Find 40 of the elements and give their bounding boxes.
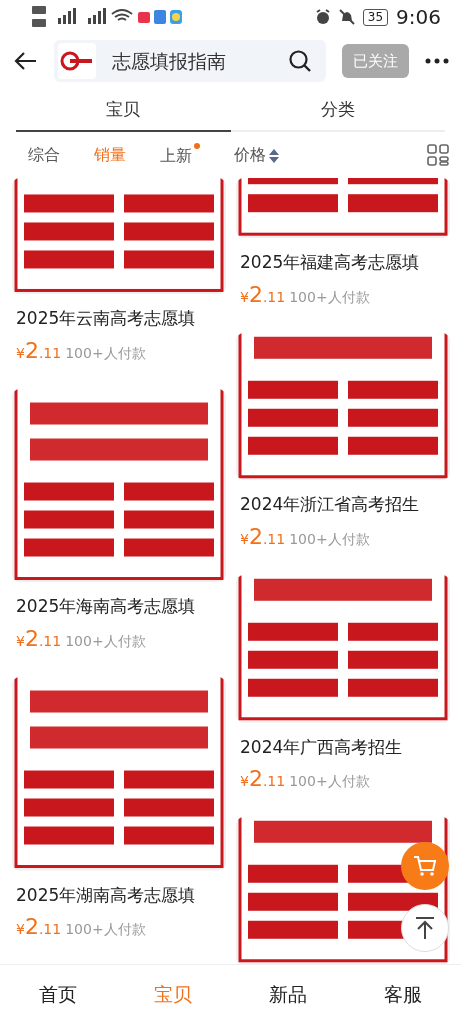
product-title[interactable]: 2024年浙江省高考招生 xyxy=(240,492,450,518)
back-icon[interactable] xyxy=(14,51,38,71)
nav-tab[interactable]: 首页 xyxy=(0,979,116,1010)
sort-arrows-icon xyxy=(269,148,279,163)
product-price: ¥2.11 xyxy=(240,280,286,309)
nav-tab[interactable]: 客服 xyxy=(345,979,461,1010)
cart-icon xyxy=(413,855,437,877)
alarm-icon xyxy=(314,9,331,25)
product-price: ¥2.11 xyxy=(240,765,286,794)
product-title[interactable]: 2025年湖南高考志愿填 xyxy=(16,882,226,908)
sales-count: 100+人付款 xyxy=(65,920,146,939)
grid-view-icon[interactable] xyxy=(427,144,449,166)
product-price: ¥2.11 xyxy=(240,522,286,551)
product-title[interactable]: 2025年云南高考志愿填 xyxy=(16,306,226,332)
product-title[interactable]: 2024年广西高考招生 xyxy=(240,734,450,761)
sales-count: 100+人付款 xyxy=(289,529,370,549)
product-price: ¥2.11 xyxy=(16,913,62,941)
tab[interactable]: 分类 xyxy=(230,88,445,132)
product-title[interactable]: 2025年海南高考志愿填 xyxy=(16,594,226,620)
search-field[interactable]: 志愿填报指南 xyxy=(54,40,326,82)
product-title[interactable]: 2025年福建高考志愿填 xyxy=(240,250,450,276)
tab[interactable]: 宝贝 xyxy=(16,88,231,132)
battery-level: 35 xyxy=(362,8,389,26)
sort-option[interactable]: 上新 xyxy=(160,142,200,168)
search-icon[interactable] xyxy=(288,49,312,73)
sales-count: 100+人付款 xyxy=(65,343,146,363)
clock-time: 9:06 xyxy=(396,4,441,31)
sales-count: 100+人付款 xyxy=(65,632,146,651)
sort-option[interactable]: 综合 xyxy=(28,143,60,167)
arrow-up-icon xyxy=(415,916,435,940)
mute-icon xyxy=(338,9,355,25)
sales-count: 100+人付款 xyxy=(289,287,370,307)
sort-option[interactable]: 价格 xyxy=(234,143,279,167)
more-icon[interactable] xyxy=(425,58,449,64)
product-price: ¥2.11 xyxy=(16,336,62,365)
new-dot-icon xyxy=(194,143,200,149)
product-price: ¥2.11 xyxy=(16,625,62,653)
logo-icon xyxy=(58,43,96,79)
nav-tab[interactable]: 新品 xyxy=(230,979,346,1010)
sales-count: 100+人付款 xyxy=(289,772,370,792)
